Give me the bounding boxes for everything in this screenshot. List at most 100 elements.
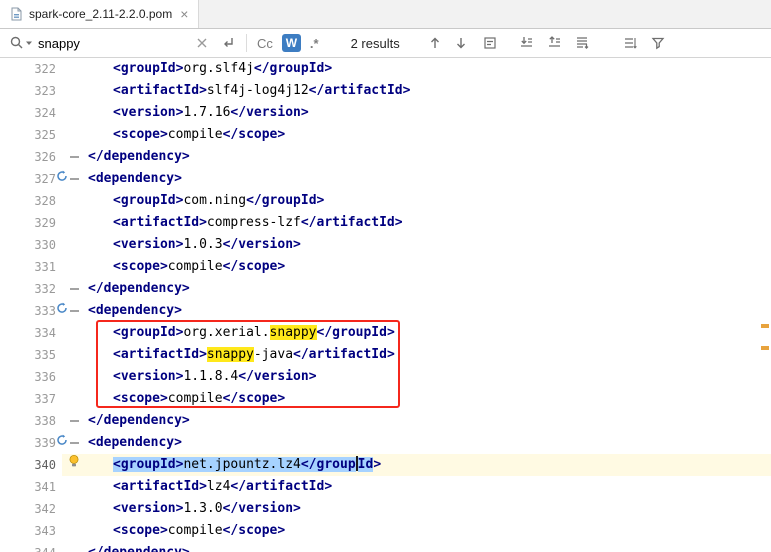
code-segment: </group <box>300 457 356 472</box>
code-text: <groupId>org.xerial.snappy</groupId> <box>80 322 771 344</box>
code-text: </dependency> <box>80 410 771 432</box>
fold-marker-icon[interactable] <box>69 288 79 290</box>
tab-spark-core-pom[interactable]: spark-core_2.11-2.2.0.pom × <box>0 0 200 28</box>
code-segment: <groupId> <box>113 61 184 76</box>
maven-dependency-icon[interactable] <box>56 432 68 454</box>
search-in-selection-icon[interactable] <box>482 35 498 51</box>
line-number: 324 <box>34 106 56 120</box>
maven-dependency-icon[interactable] <box>56 168 68 190</box>
code-line[interactable]: 338 </dependency> <box>0 410 771 432</box>
clear-icon[interactable] <box>196 37 208 49</box>
code-text: <dependency> <box>80 168 771 190</box>
select-all-occurrences-icon[interactable] <box>574 35 590 51</box>
code-line[interactable]: 325 <scope>compile</scope> <box>0 124 771 146</box>
code-segment: <scope> <box>113 391 168 406</box>
fold-marker-icon[interactable] <box>69 420 79 422</box>
code-line[interactable]: 342 <version>1.3.0</version> <box>0 498 771 520</box>
editor-tab-bar: spark-core_2.11-2.2.0.pom × <box>0 0 771 29</box>
code-segment: </dependency> <box>88 413 190 428</box>
line-number: 344 <box>12 542 56 552</box>
next-occurrence-icon[interactable] <box>454 36 468 50</box>
search-input[interactable]: snappy <box>38 36 196 51</box>
fold-marker-icon[interactable] <box>69 442 79 444</box>
prev-occurrence-icon[interactable] <box>428 36 442 50</box>
code-segment: </artifactId> <box>300 215 403 230</box>
gutter: 339 <box>0 432 80 454</box>
ide-window: spark-core_2.11-2.2.0.pom × snappy Cc W … <box>0 0 771 552</box>
code-segment: slf4j-log4j12 <box>206 83 309 98</box>
tab-close-icon[interactable]: × <box>180 7 188 21</box>
find-toolbar: snappy Cc W .* 2 results <box>0 29 771 58</box>
code-line[interactable]: 334 <groupId>org.xerial.snappy</groupId> <box>0 322 771 344</box>
code-segment: <artifactId> <box>113 83 207 98</box>
code-line[interactable]: 331 <scope>compile</scope> <box>0 256 771 278</box>
code-segment: 1.0.3 <box>183 237 223 252</box>
gutter: 338 <box>0 410 80 432</box>
code-segment: </scope> <box>222 391 286 406</box>
intention-bulb-icon[interactable] <box>68 454 80 476</box>
newline-icon[interactable] <box>220 35 236 51</box>
code-line[interactable]: 341 <artifactId>lz4</artifactId> <box>0 476 771 498</box>
code-line[interactable]: 337 <scope>compile</scope> <box>0 388 771 410</box>
code-line[interactable]: 327 <dependency> <box>0 168 771 190</box>
words-toggle[interactable]: W <box>281 34 301 52</box>
scrollbar-stripe[interactable] <box>759 58 771 552</box>
results-count: 2 results <box>350 35 400 51</box>
code-segment: <groupId> <box>113 193 184 208</box>
code-segment: </artifactId> <box>230 479 333 494</box>
code-segment: 1.7.16 <box>183 105 231 120</box>
code-segment: </scope> <box>222 523 286 538</box>
code-line[interactable]: 336 <version>1.1.8.4</version> <box>0 366 771 388</box>
line-number: 328 <box>34 194 56 208</box>
code-segment: <version> <box>113 105 184 120</box>
code-line[interactable]: 326 </dependency> <box>0 146 771 168</box>
code-segment: <dependency> <box>88 435 182 450</box>
code-line[interactable]: 332 </dependency> <box>0 278 771 300</box>
add-occurrence-icon[interactable] <box>518 35 534 51</box>
code-segment: 1.3.0 <box>183 501 223 516</box>
code-segment: </dependency> <box>88 545 190 552</box>
tab-title: spark-core_2.11-2.2.0.pom <box>29 7 173 21</box>
code-line[interactable]: 323 <artifactId>slf4j-log4j12</artifactId… <box>0 80 771 102</box>
code-segment: compile <box>167 127 223 142</box>
fold-marker-icon[interactable] <box>69 310 79 312</box>
gutter: 324 <box>0 102 80 124</box>
fold-marker-icon[interactable] <box>69 178 79 180</box>
filter-icon[interactable] <box>650 35 666 51</box>
fold-marker-icon[interactable] <box>69 156 79 158</box>
code-line[interactable]: 340 <groupId>net.jpountz.lz4</group Id> <box>0 454 771 476</box>
code-line[interactable]: 339 <dependency> <box>0 432 771 454</box>
maven-dependency-icon[interactable] <box>56 300 68 322</box>
code-text: <groupId>net.jpountz.lz4</group Id> <box>80 454 771 476</box>
code-segment: Id <box>357 457 374 472</box>
line-number: 329 <box>34 216 56 230</box>
search-result-mark[interactable] <box>761 324 769 328</box>
code-line[interactable]: 333 <dependency> <box>0 300 771 322</box>
editor-pane[interactable]: 322 <groupId>org.slf4j</groupId> 323 <artif… <box>0 58 771 552</box>
line-number: 333 <box>34 304 56 318</box>
code-line[interactable]: 329 <artifactId>compress-lzf</artifactId> <box>0 212 771 234</box>
match-case-toggle[interactable]: Cc <box>257 36 273 51</box>
code-line[interactable]: 344 </dependency> <box>0 542 771 552</box>
search-result-mark[interactable] <box>761 346 769 350</box>
code-area[interactable]: 322 <groupId>org.slf4j</groupId> 323 <artif… <box>0 58 771 552</box>
code-segment: </dependency> <box>88 281 190 296</box>
code-text: </dependency> <box>80 542 771 552</box>
code-segment: <groupId> <box>113 325 184 340</box>
sort-icon[interactable] <box>622 35 638 51</box>
code-segment: </scope> <box>222 127 286 142</box>
code-line[interactable]: 328 <groupId>com.ning</groupId> <box>0 190 771 212</box>
code-segment: <groupId> <box>113 457 184 472</box>
code-segment: <dependency> <box>88 303 182 318</box>
code-text: <version>1.0.3</version> <box>80 234 771 256</box>
code-line[interactable]: 343 <scope>compile</scope> <box>0 520 771 542</box>
code-line[interactable]: 330 <version>1.0.3</version> <box>0 234 771 256</box>
regex-toggle[interactable]: .* <box>310 36 319 51</box>
code-text: <dependency> <box>80 432 771 454</box>
remove-occurrence-icon[interactable] <box>546 35 562 51</box>
code-line[interactable]: 322 <groupId>org.slf4j</groupId> <box>0 58 771 80</box>
code-text: <artifactId>lz4</artifactId> <box>80 476 771 498</box>
code-line[interactable]: 324 <version>1.7.16</version> <box>0 102 771 124</box>
code-line[interactable]: 335 <artifactId>snappy-java</artifactId> <box>0 344 771 366</box>
history-dropdown-icon[interactable] <box>25 39 33 47</box>
